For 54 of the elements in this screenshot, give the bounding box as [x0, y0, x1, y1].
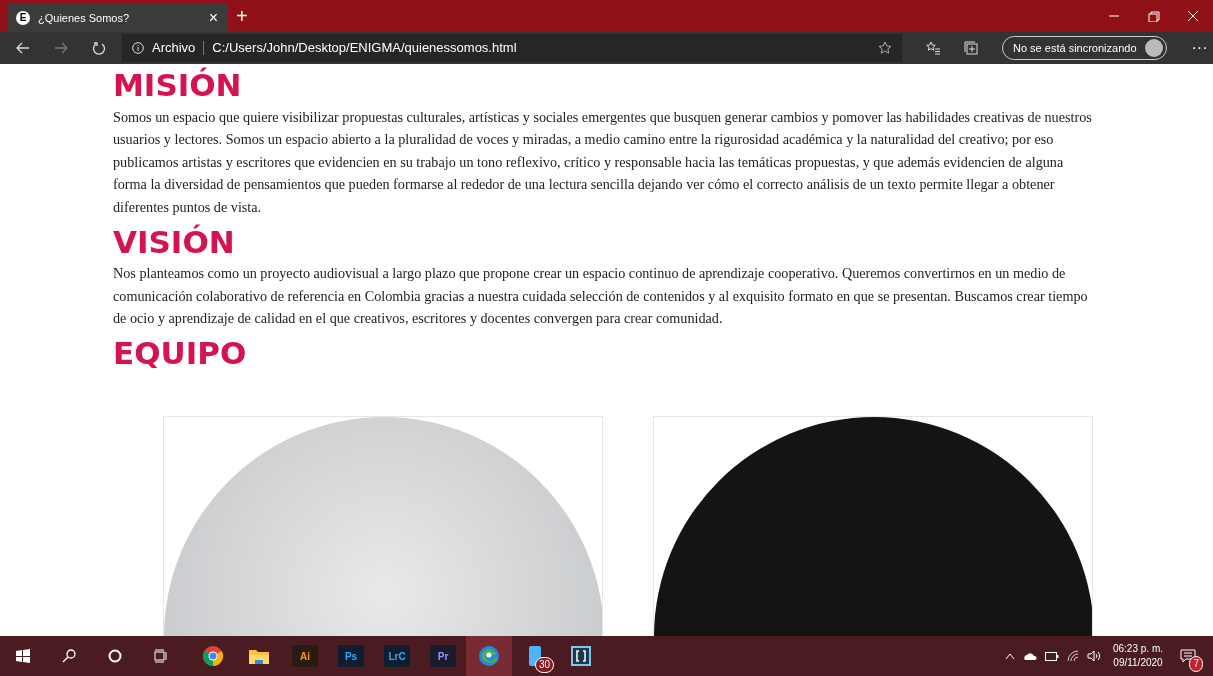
bracket-app-icon: [570, 645, 592, 667]
tab-close-button[interactable]: ×: [206, 6, 220, 30]
browser-tab[interactable]: E ¿Quienes Somos? ×: [8, 4, 228, 32]
clock-date: 09/11/2020: [1112, 656, 1163, 670]
more-button[interactable]: ···: [1190, 35, 1209, 61]
restore-icon[interactable]: [1145, 10, 1161, 22]
search-icon: [62, 649, 76, 663]
back-icon[interactable]: [16, 42, 30, 54]
clock[interactable]: 06:23 p. m. 09/11/2020: [1112, 642, 1163, 670]
site-logo: E: [16, 11, 30, 25]
forward-icon[interactable]: [54, 42, 68, 54]
close-icon[interactable]: [1185, 10, 1201, 22]
edge-icon: [478, 645, 500, 667]
tab-title: ¿Quienes Somos?: [38, 10, 130, 26]
message-icon: [1180, 649, 1196, 663]
collections-icon[interactable]: [964, 41, 978, 55]
count-badge: 7: [1189, 656, 1203, 672]
cloud-icon[interactable]: [1022, 652, 1037, 660]
security-label: Archivo: [152, 39, 196, 58]
section-heading: MISIÓN: [113, 68, 243, 104]
task-view-icon: [154, 649, 168, 663]
address-bar[interactable]: Archivo C:/Users/John/Desktop/ENIGMA/quienessomos.html: [122, 34, 902, 62]
battery-icon[interactable]: [1044, 651, 1059, 661]
refresh-icon[interactable]: [92, 41, 106, 55]
favorites-icon[interactable]: [926, 41, 940, 55]
circle-icon: [108, 649, 122, 663]
chevron-up-icon[interactable]: [1004, 652, 1015, 660]
section-heading: EQUIPO: [113, 336, 248, 372]
count-badge: 30: [534, 657, 554, 673]
wifi-icon[interactable]: [1066, 650, 1079, 662]
divider-mark: [203, 41, 205, 55]
app-tile-icon: Ai: [292, 645, 318, 667]
section-paragraph: Somos un espacio que quiere visibilizar propuestas culturales, artísticas y sociales emergentes que busquen generar cambios y pomover las habilidades creativas de nuestros usuarios y lectores. Somos un espacio abierto a la pluralidad de voces y miradas, a medio camino entre la rigurosidad académica y la naturalidad del creativo; por eso publicamos artistas y escritores que evidencien en su trabajo un tono reflexivo, crítico y responsable hacia las temáticas propuestas, y que además evidencien de alguna forma la diversidad de pensamientos que pueden formarse al rededor de una lectura sencilla dejando ver cómo el correcto análisis de un texto permite llegar a obtener diferentes puntos de vista.: [113, 107, 1093, 217]
url-text: C:/Users/John/Desktop/ENIGMA/quienessomos.html: [212, 39, 517, 58]
taskbar-app[interactable]: LrC: [374, 636, 420, 676]
info-icon: [132, 42, 144, 54]
windows-logo-icon: [16, 649, 30, 663]
notification-button[interactable]: 7: [1171, 636, 1205, 676]
section-heading: VISIÓN: [113, 224, 236, 261]
folder-icon: [248, 647, 270, 665]
app-tile-icon: Pr: [430, 645, 456, 667]
volume-icon[interactable]: [1086, 650, 1101, 662]
taskbar-app[interactable]: Ai: [282, 636, 328, 676]
section-paragraph: Nos planteamos como un proyecto audiovisual a largo plazo que propone crear un espacio continuo de aprendizaje cooperativo. Queremos convertirnos en un medio de comunicación colaborativo de referencia en Colombia gracias a nuestra cuidada selección de contenidos y al exquisito formato en que se presentan. Buscamos crear tiempo de ocio y aprendizaje de calidad en el que creativos, escritores y docentes convergen para crear comunidad.: [113, 264, 1089, 329]
taskbar-app[interactable]: 30: [512, 636, 558, 676]
taskbar-app[interactable]: Ps: [328, 636, 374, 676]
app-tile-icon: LrC: [384, 645, 410, 667]
avatar-icon: [1144, 39, 1163, 57]
clock-time: 06:23 p. m.: [1112, 642, 1163, 656]
new-tab-button[interactable]: +: [228, 6, 256, 26]
chrome-icon: [202, 645, 224, 667]
taskbar-app[interactable]: Pr: [420, 636, 466, 676]
app-tile-icon: Ps: [338, 645, 364, 667]
star-icon[interactable]: [878, 41, 892, 55]
